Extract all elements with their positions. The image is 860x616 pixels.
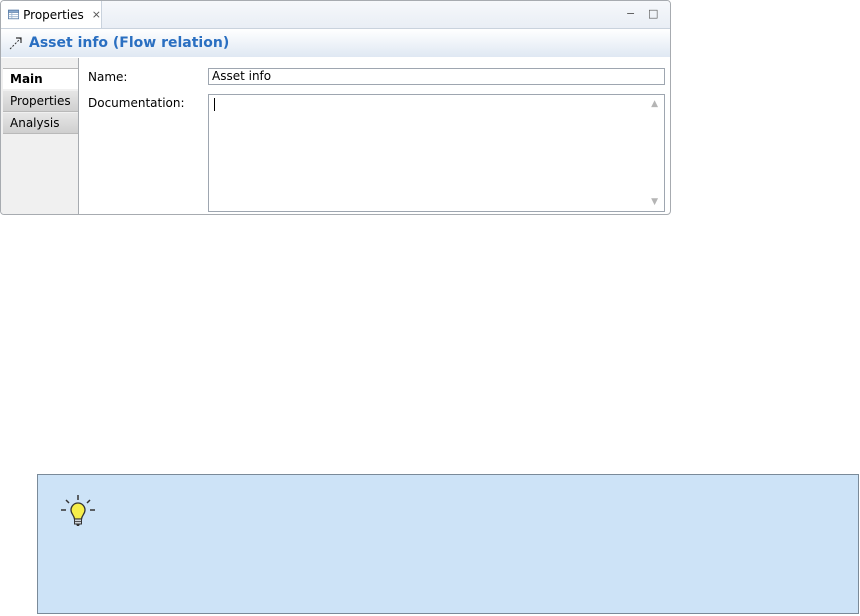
- sidebar-item-properties[interactable]: Properties: [3, 91, 78, 112]
- text-caret: [214, 98, 215, 111]
- documentation-field[interactable]: ▲ ▼: [208, 94, 665, 212]
- scroll-down-icon[interactable]: ▼: [651, 197, 658, 207]
- documentation-label: Documentation:: [88, 96, 185, 110]
- minimize-icon[interactable]: −: [626, 7, 635, 20]
- properties-table-icon: [8, 9, 20, 20]
- tab-label: Properties: [23, 7, 84, 22]
- properties-header: Asset info (Flow relation): [1, 29, 670, 57]
- close-icon[interactable]: ⨯: [92, 8, 101, 21]
- name-label: Name:: [88, 70, 128, 84]
- scroll-up-icon[interactable]: ▲: [651, 99, 658, 109]
- lightbulb-icon: [61, 495, 95, 526]
- tab-properties[interactable]: Properties ⨯: [1, 1, 102, 28]
- sidebar-item-main[interactable]: Main: [3, 68, 78, 89]
- properties-view: Properties ⨯ − □ Asset info (Flow relati…: [0, 0, 671, 215]
- tip-box: [37, 474, 859, 614]
- name-field[interactable]: Asset info: [208, 68, 665, 85]
- properties-sidebar: Main Properties Analysis: [1, 58, 79, 214]
- page-title: Asset info (Flow relation): [29, 35, 230, 51]
- flow-relation-icon: [9, 37, 22, 50]
- view-tab-bar: Properties ⨯ − □: [1, 1, 670, 29]
- maximize-icon[interactable]: □: [648, 7, 658, 20]
- sidebar-item-analysis[interactable]: Analysis: [3, 113, 78, 134]
